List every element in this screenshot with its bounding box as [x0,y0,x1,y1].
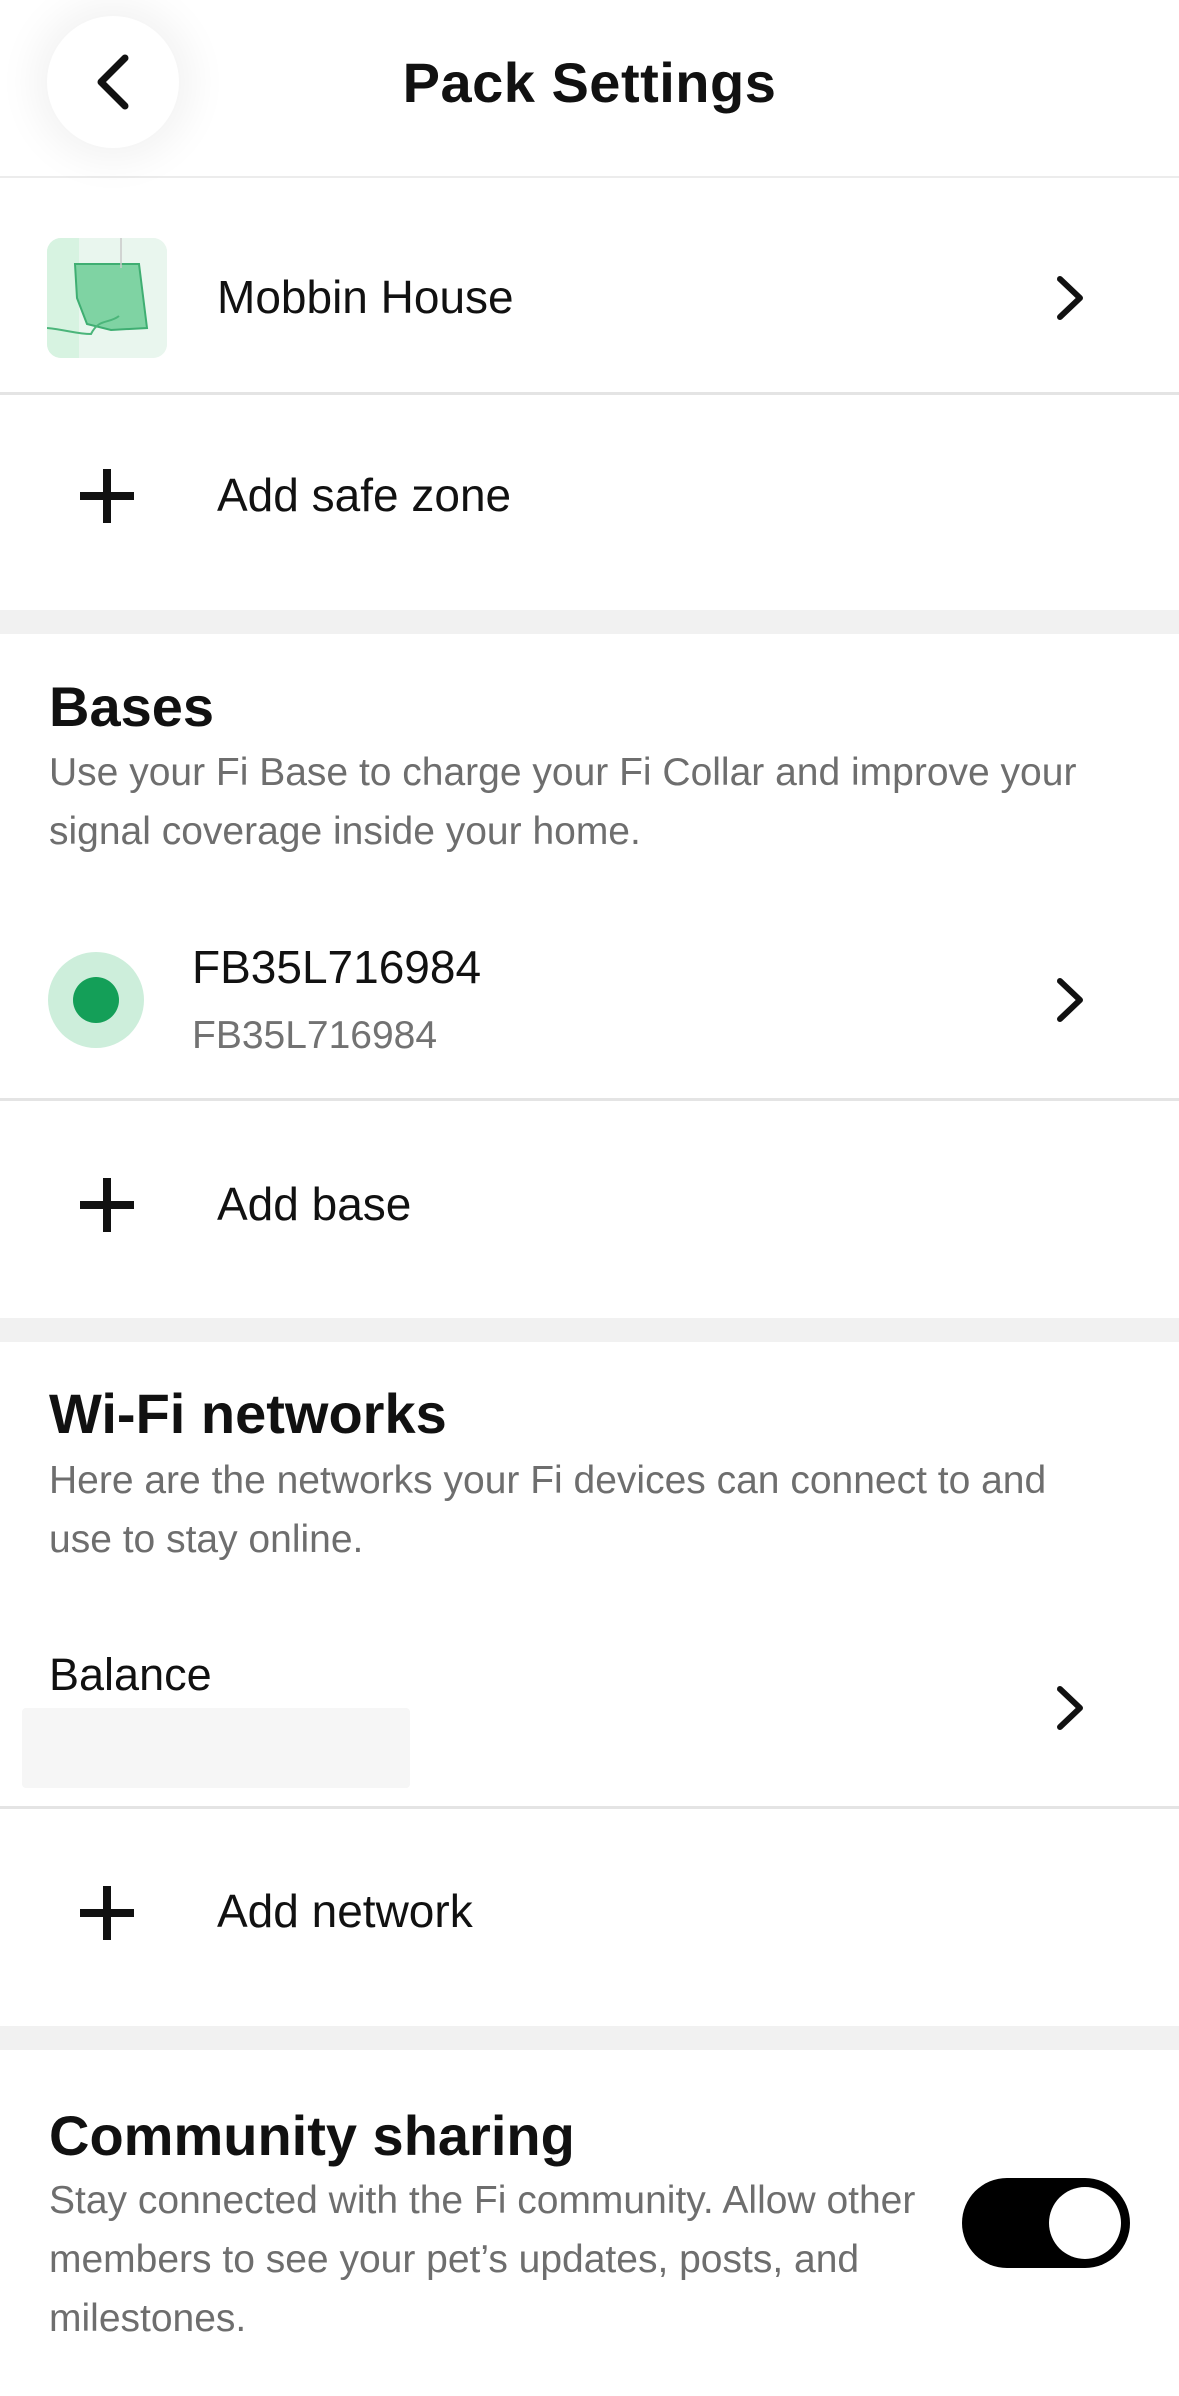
bases-description: Use your Fi Base to charge your Fi Colla… [49,751,1077,853]
plus-icon [80,469,134,523]
redacted-network-detail [22,1708,410,1788]
add-network-label: Add network [217,1885,473,1937]
chevron-right-icon [1057,276,1083,320]
plus-icon [80,1178,134,1232]
add-safe-zone-button[interactable] [0,395,1179,610]
section-separator [0,610,1179,634]
safe-zone-map-thumbnail [47,238,167,358]
base-status-indicator [48,952,144,1048]
community-title: Community sharing [49,2104,575,2167]
add-base-button[interactable] [0,1101,1179,1318]
page-title: Pack Settings [402,51,777,114]
header: Pack Settings [0,0,1179,178]
status-dot-icon [73,977,119,1023]
chevron-right-icon [1057,1686,1083,1730]
add-base-label: Add base [217,1178,412,1230]
base-serial: FB35L716984 [192,1014,438,1057]
safe-zone-name: Mobbin House [217,271,514,323]
add-network-button[interactable] [0,1809,1179,2026]
chevron-right-icon [1057,978,1083,1022]
map-icon [47,238,167,358]
section-separator [0,2026,1179,2050]
add-safe-zone-label: Add safe zone [217,469,512,521]
network-name: Balance [49,1649,212,1700]
wifi-title: Wi-Fi networks [49,1382,447,1445]
community-sharing-toggle[interactable] [962,2178,1130,2268]
toggle-knob [1049,2187,1121,2259]
plus-icon [80,1886,134,1940]
section-separator [0,1318,1179,1342]
bases-title: Bases [49,675,215,738]
community-description: Stay connected with the Fi community. Al… [49,2179,916,2340]
wifi-description: Here are the networks your Fi devices ca… [49,1459,1047,1561]
base-row[interactable] [0,900,1179,1098]
base-name: FB35L716984 [192,941,482,993]
safe-zone-row[interactable] [0,180,1179,392]
